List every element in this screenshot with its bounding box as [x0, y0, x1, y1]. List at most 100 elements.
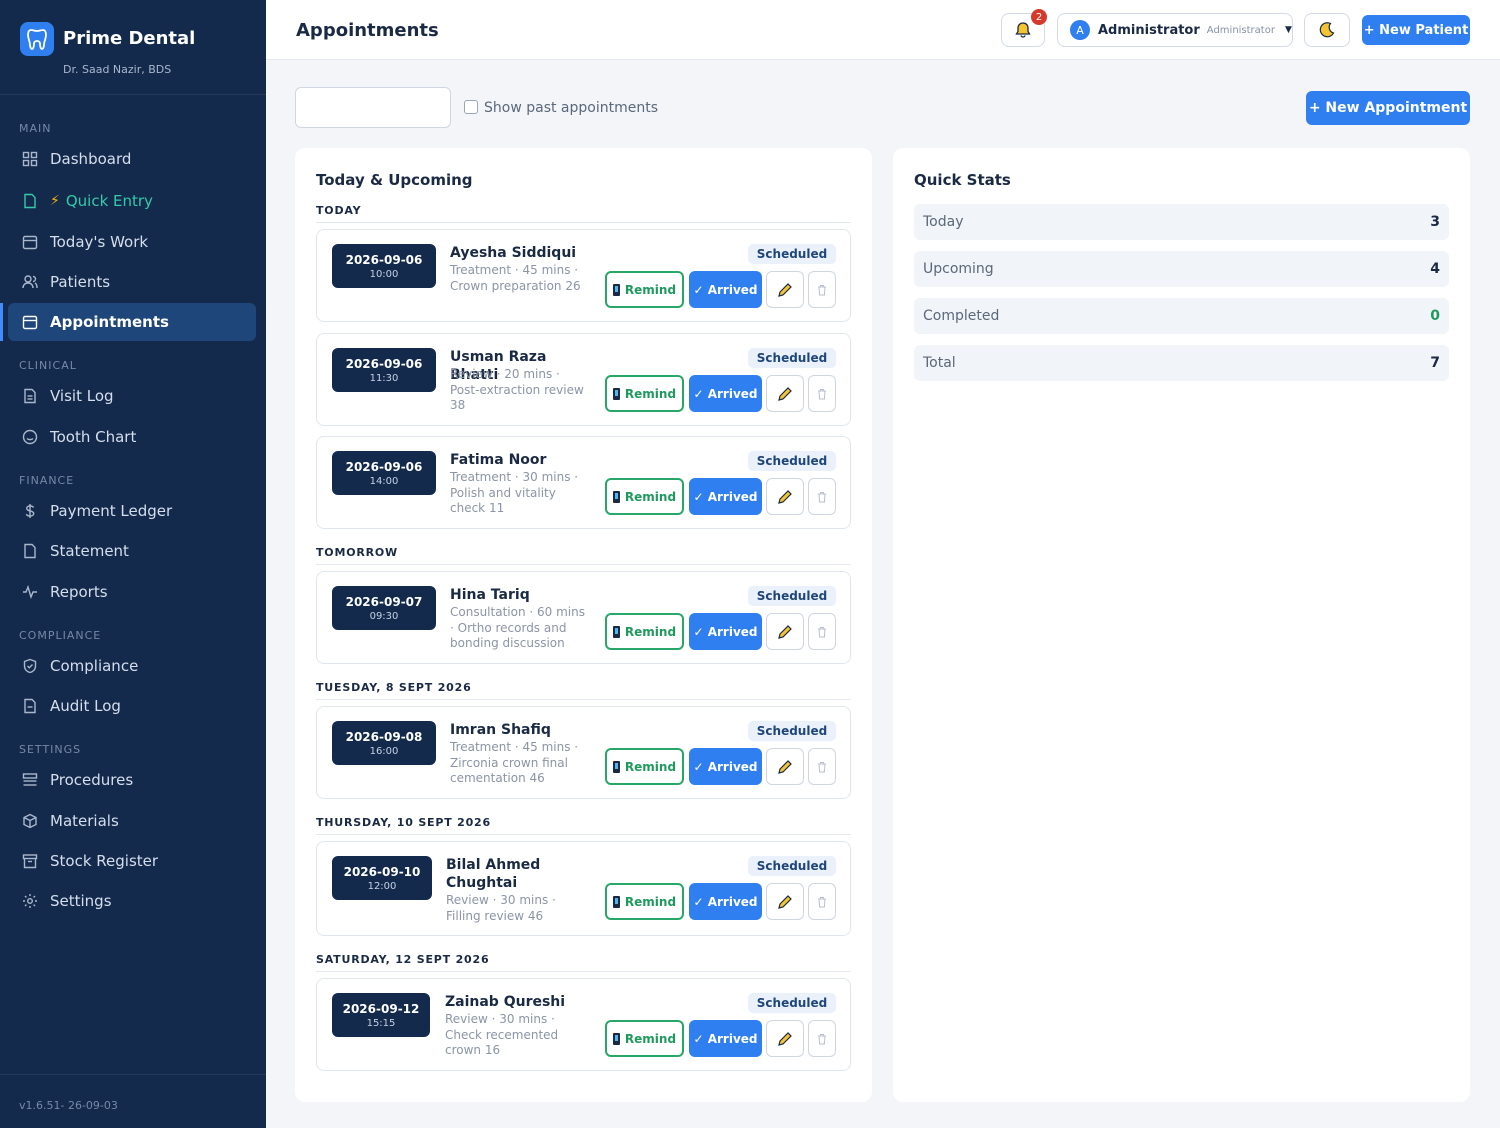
delete-button[interactable] [808, 748, 836, 785]
sidebar-item-settings[interactable]: Settings [8, 882, 256, 920]
top-bar: Appointments 2 A Administrator Administr… [266, 0, 1500, 60]
appointment-date: 2026-09-08 [345, 730, 423, 744]
sidebar-item-materials[interactable]: Materials [8, 802, 256, 840]
remind-button[interactable]: Remind [605, 478, 684, 515]
sidebar-item-reports[interactable]: Reports [8, 573, 256, 611]
arrived-button[interactable]: ✓ Arrived [689, 478, 762, 515]
delete-button[interactable] [808, 375, 836, 412]
app-version: v1.6.51- 26-09-03 [19, 1099, 118, 1112]
appointment-card[interactable]: 2026-09-06 11:30 Usman Raza Bhatti Revie… [316, 333, 851, 426]
appointment-card[interactable]: 2026-09-08 16:00 Imran Shafiq Treatment … [316, 706, 851, 799]
new-appointment-button[interactable]: + New Appointment [1306, 91, 1470, 125]
sidebar-item-label: Today's Work [50, 233, 149, 251]
trash-icon [818, 626, 826, 637]
day-heading: SATURDAY, 12 SEPT 2026 [316, 953, 851, 972]
remind-button[interactable]: Remind [605, 613, 684, 650]
pencil-icon [778, 282, 792, 297]
sidebar-item-procedures[interactable]: Procedures [8, 761, 256, 799]
show-past-checkbox[interactable] [464, 100, 478, 114]
remind-button[interactable]: Remind [605, 883, 684, 920]
page-title: Appointments [296, 20, 439, 41]
notifications-button[interactable]: 2 [1001, 9, 1047, 47]
sidebar-item-quick-entry[interactable]: ⚡ Quick Entry [8, 182, 256, 220]
patient-name: Fatima Noor [450, 452, 547, 468]
edit-button[interactable] [766, 883, 804, 920]
notification-count-badge: 2 [1031, 9, 1047, 25]
dark-mode-toggle[interactable] [1304, 13, 1350, 47]
brand-name: Prime Dental [63, 28, 196, 49]
calendar-icon [22, 235, 38, 250]
sidebar-item-stock-register[interactable]: Stock Register [8, 842, 256, 880]
stat-total: Total 7 [914, 345, 1449, 381]
avatar: A [1070, 20, 1090, 40]
delete-button[interactable] [808, 613, 836, 650]
appointment-details: Review · 20 mins · Post-extraction revie… [450, 367, 584, 412]
appointment-date: 2026-09-06 [345, 460, 423, 474]
edit-button[interactable] [766, 375, 804, 412]
appointment-card[interactable]: 2026-09-06 10:00 Ayesha Siddiqui Treatme… [316, 229, 851, 322]
appointment-card[interactable]: 2026-09-06 14:00 Fatima Noor Treatment ·… [316, 436, 851, 529]
search-input[interactable] [295, 87, 451, 128]
users-icon [22, 275, 38, 289]
sidebar-item-tooth-chart[interactable]: Tooth Chart [8, 418, 256, 456]
file-icon [24, 543, 36, 559]
remind-label: Remind [624, 1031, 677, 1046]
appointment-details: Review · 30 mins · Filling review 46 [446, 893, 556, 923]
sidebar-item-patients[interactable]: Patients [8, 263, 256, 301]
sidebar-item-compliance[interactable]: Compliance [8, 647, 256, 685]
appointment-details: Treatment · 30 mins · Polish and vitalit… [450, 470, 579, 515]
list-icon [22, 773, 38, 786]
remind-button[interactable]: Remind [605, 1020, 684, 1057]
delete-button[interactable] [808, 883, 836, 920]
remind-button[interactable]: Remind [605, 375, 684, 412]
edit-button[interactable] [766, 271, 804, 308]
arrived-button[interactable]: ✓ Arrived [689, 883, 762, 920]
edit-button[interactable] [766, 1020, 804, 1057]
sidebar-item-payment-ledger[interactable]: Payment Ledger [8, 492, 256, 530]
stat-label: Upcoming [923, 261, 994, 277]
sidebar-item-statement[interactable]: Statement [8, 532, 256, 570]
arrived-button[interactable]: ✓ Arrived [689, 748, 762, 785]
arrived-button[interactable]: ✓ Arrived [689, 1020, 762, 1057]
status-badge: Scheduled [748, 993, 836, 1013]
delete-button[interactable] [808, 271, 836, 308]
user-menu-button[interactable]: A Administrator Administrator ▼ [1057, 13, 1293, 47]
stat-completed: Completed 0 [914, 298, 1449, 334]
sidebar-item-appointments[interactable]: Appointments [0, 303, 256, 341]
gear-icon [23, 894, 37, 908]
delete-button[interactable] [808, 1020, 836, 1057]
edit-button[interactable] [766, 478, 804, 515]
new-patient-button[interactable]: + New Patient [1362, 15, 1470, 45]
phone-icon [612, 283, 620, 296]
pulse-icon [23, 584, 37, 600]
user-name: Administrator [1098, 22, 1200, 38]
trash-icon [818, 491, 826, 502]
appointment-card[interactable]: 2026-09-10 12:00 Bilal Ahmed Chughtai Re… [316, 841, 851, 936]
edit-button[interactable] [766, 748, 804, 785]
pencil-icon [778, 386, 792, 401]
appointment-time: 12:00 [367, 881, 397, 892]
sidebar-item-audit-log[interactable]: Audit Log [8, 687, 256, 725]
appointment-card[interactable]: 2026-09-07 09:30 Hina Tariq Consultation… [316, 571, 851, 664]
sidebar-item-label: Dashboard [50, 150, 132, 168]
box-icon [23, 813, 37, 829]
sidebar-item-todays-work[interactable]: Today's Work [8, 223, 256, 261]
appointment-time: 15:15 [366, 1018, 396, 1029]
arrived-button[interactable]: ✓ Arrived [689, 375, 762, 412]
file-icon [24, 698, 36, 714]
appointment-time: 10:00 [369, 269, 399, 280]
sidebar-item-visit-log[interactable]: Visit Log [8, 377, 256, 415]
arrived-button[interactable]: ✓ Arrived [689, 613, 762, 650]
edit-button[interactable] [766, 613, 804, 650]
delete-button[interactable] [808, 478, 836, 515]
sidebar-item-dashboard[interactable]: Dashboard [8, 140, 256, 178]
archive-icon [22, 854, 38, 869]
stat-value: 3 [1430, 214, 1440, 230]
remind-button[interactable]: Remind [605, 271, 684, 308]
remind-label: Remind [624, 759, 677, 774]
bell-icon [1015, 22, 1031, 38]
arrived-button[interactable]: ✓ Arrived [689, 271, 762, 308]
sidebar-item-label: Quick Entry [65, 192, 153, 210]
remind-button[interactable]: Remind [605, 748, 684, 785]
appointment-card[interactable]: 2026-09-12 15:15 Zainab Qureshi Review ·… [316, 978, 851, 1071]
